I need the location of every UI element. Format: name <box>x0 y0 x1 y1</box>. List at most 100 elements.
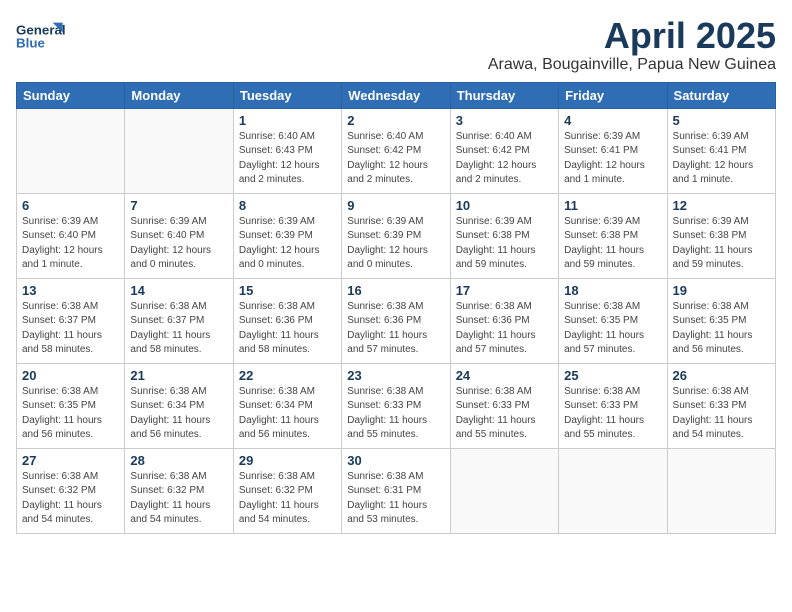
day-detail: Sunrise: 6:38 AM Sunset: 6:35 PM Dayligh… <box>22 385 119 443</box>
calendar-cell: 30Sunrise: 6:38 AM Sunset: 6:31 PM Dayli… <box>342 448 450 533</box>
calendar-cell: 12 Sunrise: 6:39 AM Sunset: 6:38 PM Dayli… <box>667 193 775 278</box>
calendar-cell: 28 Sunrise: 6:38 AM Sunset: 6:32 PM Dayli… <box>125 448 233 533</box>
calendar-cell: 7 Sunrise: 6:39 AM Sunset: 6:40 PM Daylig… <box>125 193 233 278</box>
svg-text:Blue: Blue <box>16 36 45 51</box>
day-number: 2 <box>347 113 444 128</box>
column-header-saturday: Saturday <box>667 82 775 108</box>
day-number: 13 <box>22 283 119 298</box>
day-detail: Sunrise: 6:39 AM Sunset: 6:38 PM Dayligh… <box>673 215 770 273</box>
day-detail: Sunrise: 6:38 AM Sunset: 6:36 PM Dayligh… <box>239 300 336 358</box>
calendar-cell <box>125 108 233 193</box>
day-detail: Sunrise: 6:38 AM Sunset: 6:35 PM Dayligh… <box>673 300 770 358</box>
day-number: 18 <box>564 283 661 298</box>
calendar-cell: 26 Sunrise: 6:38 AM Sunset: 6:33 PM Dayli… <box>667 363 775 448</box>
day-detail: Sunrise: 6:38 AM Sunset: 6:37 PM Dayligh… <box>22 300 119 358</box>
day-detail: Sunrise: 6:38 AM Sunset: 6:37 PM Dayligh… <box>130 300 227 358</box>
day-detail: Sunrise: 6:38 AM Sunset: 6:36 PM Dayligh… <box>347 300 444 358</box>
calendar-cell: 24Sunrise: 6:38 AM Sunset: 6:33 PM Dayli… <box>450 363 558 448</box>
calendar-cell: 11 Sunrise: 6:39 AM Sunset: 6:38 PM Dayli… <box>559 193 667 278</box>
calendar-cell: 19 Sunrise: 6:38 AM Sunset: 6:35 PM Dayli… <box>667 278 775 363</box>
page-header: General Blue April 2025 Arawa, Bougainvi… <box>16 16 776 74</box>
day-number: 23 <box>347 368 444 383</box>
calendar-cell: 1 Sunrise: 6:40 AM Sunset: 6:43 PM Daylig… <box>233 108 341 193</box>
calendar-cell: 29 Sunrise: 6:38 AM Sunset: 6:32 PM Dayli… <box>233 448 341 533</box>
calendar-cell: 21 Sunrise: 6:38 AM Sunset: 6:34 PM Dayli… <box>125 363 233 448</box>
calendar-cell: 27 Sunrise: 6:38 AM Sunset: 6:32 PM Dayli… <box>17 448 125 533</box>
day-detail: Sunrise: 6:39 AM Sunset: 6:39 PM Dayligh… <box>239 215 336 273</box>
column-header-sunday: Sunday <box>17 82 125 108</box>
calendar-week-row: 20 Sunrise: 6:38 AM Sunset: 6:35 PM Dayli… <box>17 363 776 448</box>
calendar-table: SundayMondayTuesdayWednesdayThursdayFrid… <box>16 82 776 534</box>
day-detail: Sunrise: 6:39 AM Sunset: 6:41 PM Dayligh… <box>673 130 770 188</box>
day-detail: Sunrise: 6:39 AM Sunset: 6:40 PM Dayligh… <box>130 215 227 273</box>
calendar-cell: 4Sunrise: 6:39 AM Sunset: 6:41 PM Daylig… <box>559 108 667 193</box>
calendar-cell: 15 Sunrise: 6:38 AM Sunset: 6:36 PM Dayli… <box>233 278 341 363</box>
day-detail: Sunrise: 6:38 AM Sunset: 6:33 PM Dayligh… <box>673 385 770 443</box>
calendar-week-row: 13 Sunrise: 6:38 AM Sunset: 6:37 PM Dayli… <box>17 278 776 363</box>
calendar-header-row: SundayMondayTuesdayWednesdayThursdayFrid… <box>17 82 776 108</box>
logo-icon: General Blue <box>16 16 66 56</box>
day-number: 28 <box>130 453 227 468</box>
day-number: 26 <box>673 368 770 383</box>
calendar-cell: 2Sunrise: 6:40 AM Sunset: 6:42 PM Daylig… <box>342 108 450 193</box>
calendar-cell: 9Sunrise: 6:39 AM Sunset: 6:39 PM Daylig… <box>342 193 450 278</box>
day-detail: Sunrise: 6:38 AM Sunset: 6:32 PM Dayligh… <box>239 470 336 528</box>
day-number: 16 <box>347 283 444 298</box>
day-detail: Sunrise: 6:38 AM Sunset: 6:36 PM Dayligh… <box>456 300 553 358</box>
day-number: 5 <box>673 113 770 128</box>
day-detail: Sunrise: 6:39 AM Sunset: 6:38 PM Dayligh… <box>456 215 553 273</box>
calendar-cell <box>667 448 775 533</box>
title-block: April 2025 Arawa, Bougainville, Papua Ne… <box>488 16 776 74</box>
calendar-week-row: 27 Sunrise: 6:38 AM Sunset: 6:32 PM Dayli… <box>17 448 776 533</box>
calendar-cell: 10 Sunrise: 6:39 AM Sunset: 6:38 PM Dayli… <box>450 193 558 278</box>
calendar-cell: 17 Sunrise: 6:38 AM Sunset: 6:36 PM Dayli… <box>450 278 558 363</box>
day-number: 3 <box>456 113 553 128</box>
calendar-cell: 25Sunrise: 6:38 AM Sunset: 6:33 PM Dayli… <box>559 363 667 448</box>
logo: General Blue <box>16 16 66 56</box>
month-year-title: April 2025 <box>488 16 776 56</box>
day-detail: Sunrise: 6:39 AM Sunset: 6:39 PM Dayligh… <box>347 215 444 273</box>
day-number: 21 <box>130 368 227 383</box>
day-detail: Sunrise: 6:38 AM Sunset: 6:34 PM Dayligh… <box>239 385 336 443</box>
calendar-cell <box>17 108 125 193</box>
day-number: 8 <box>239 198 336 213</box>
day-detail: Sunrise: 6:40 AM Sunset: 6:43 PM Dayligh… <box>239 130 336 188</box>
day-number: 6 <box>22 198 119 213</box>
day-number: 29 <box>239 453 336 468</box>
calendar-cell: 18Sunrise: 6:38 AM Sunset: 6:35 PM Dayli… <box>559 278 667 363</box>
calendar-cell: 13 Sunrise: 6:38 AM Sunset: 6:37 PM Dayli… <box>17 278 125 363</box>
day-number: 12 <box>673 198 770 213</box>
calendar-cell: 20 Sunrise: 6:38 AM Sunset: 6:35 PM Dayli… <box>17 363 125 448</box>
day-number: 27 <box>22 453 119 468</box>
calendar-cell: 14Sunrise: 6:38 AM Sunset: 6:37 PM Dayli… <box>125 278 233 363</box>
day-detail: Sunrise: 6:38 AM Sunset: 6:31 PM Dayligh… <box>347 470 444 528</box>
column-header-monday: Monday <box>125 82 233 108</box>
day-number: 19 <box>673 283 770 298</box>
day-number: 11 <box>564 198 661 213</box>
day-detail: Sunrise: 6:38 AM Sunset: 6:32 PM Dayligh… <box>22 470 119 528</box>
day-number: 20 <box>22 368 119 383</box>
calendar-cell: 3Sunrise: 6:40 AM Sunset: 6:42 PM Daylig… <box>450 108 558 193</box>
day-detail: Sunrise: 6:38 AM Sunset: 6:34 PM Dayligh… <box>130 385 227 443</box>
day-detail: Sunrise: 6:38 AM Sunset: 6:33 PM Dayligh… <box>456 385 553 443</box>
day-detail: Sunrise: 6:38 AM Sunset: 6:32 PM Dayligh… <box>130 470 227 528</box>
column-header-tuesday: Tuesday <box>233 82 341 108</box>
calendar-cell <box>559 448 667 533</box>
calendar-cell: 23Sunrise: 6:38 AM Sunset: 6:33 PM Dayli… <box>342 363 450 448</box>
day-detail: Sunrise: 6:39 AM Sunset: 6:38 PM Dayligh… <box>564 215 661 273</box>
day-number: 7 <box>130 198 227 213</box>
location-subtitle: Arawa, Bougainville, Papua New Guinea <box>488 56 776 74</box>
calendar-cell <box>450 448 558 533</box>
calendar-cell: 5 Sunrise: 6:39 AM Sunset: 6:41 PM Daylig… <box>667 108 775 193</box>
day-number: 15 <box>239 283 336 298</box>
day-number: 4 <box>564 113 661 128</box>
calendar-cell: 8 Sunrise: 6:39 AM Sunset: 6:39 PM Daylig… <box>233 193 341 278</box>
day-detail: Sunrise: 6:39 AM Sunset: 6:40 PM Dayligh… <box>22 215 119 273</box>
calendar-cell: 22Sunrise: 6:38 AM Sunset: 6:34 PM Dayli… <box>233 363 341 448</box>
day-number: 17 <box>456 283 553 298</box>
calendar-cell: 6 Sunrise: 6:39 AM Sunset: 6:40 PM Daylig… <box>17 193 125 278</box>
day-number: 10 <box>456 198 553 213</box>
day-number: 1 <box>239 113 336 128</box>
calendar-week-row: 6 Sunrise: 6:39 AM Sunset: 6:40 PM Daylig… <box>17 193 776 278</box>
calendar-cell: 16 Sunrise: 6:38 AM Sunset: 6:36 PM Dayli… <box>342 278 450 363</box>
